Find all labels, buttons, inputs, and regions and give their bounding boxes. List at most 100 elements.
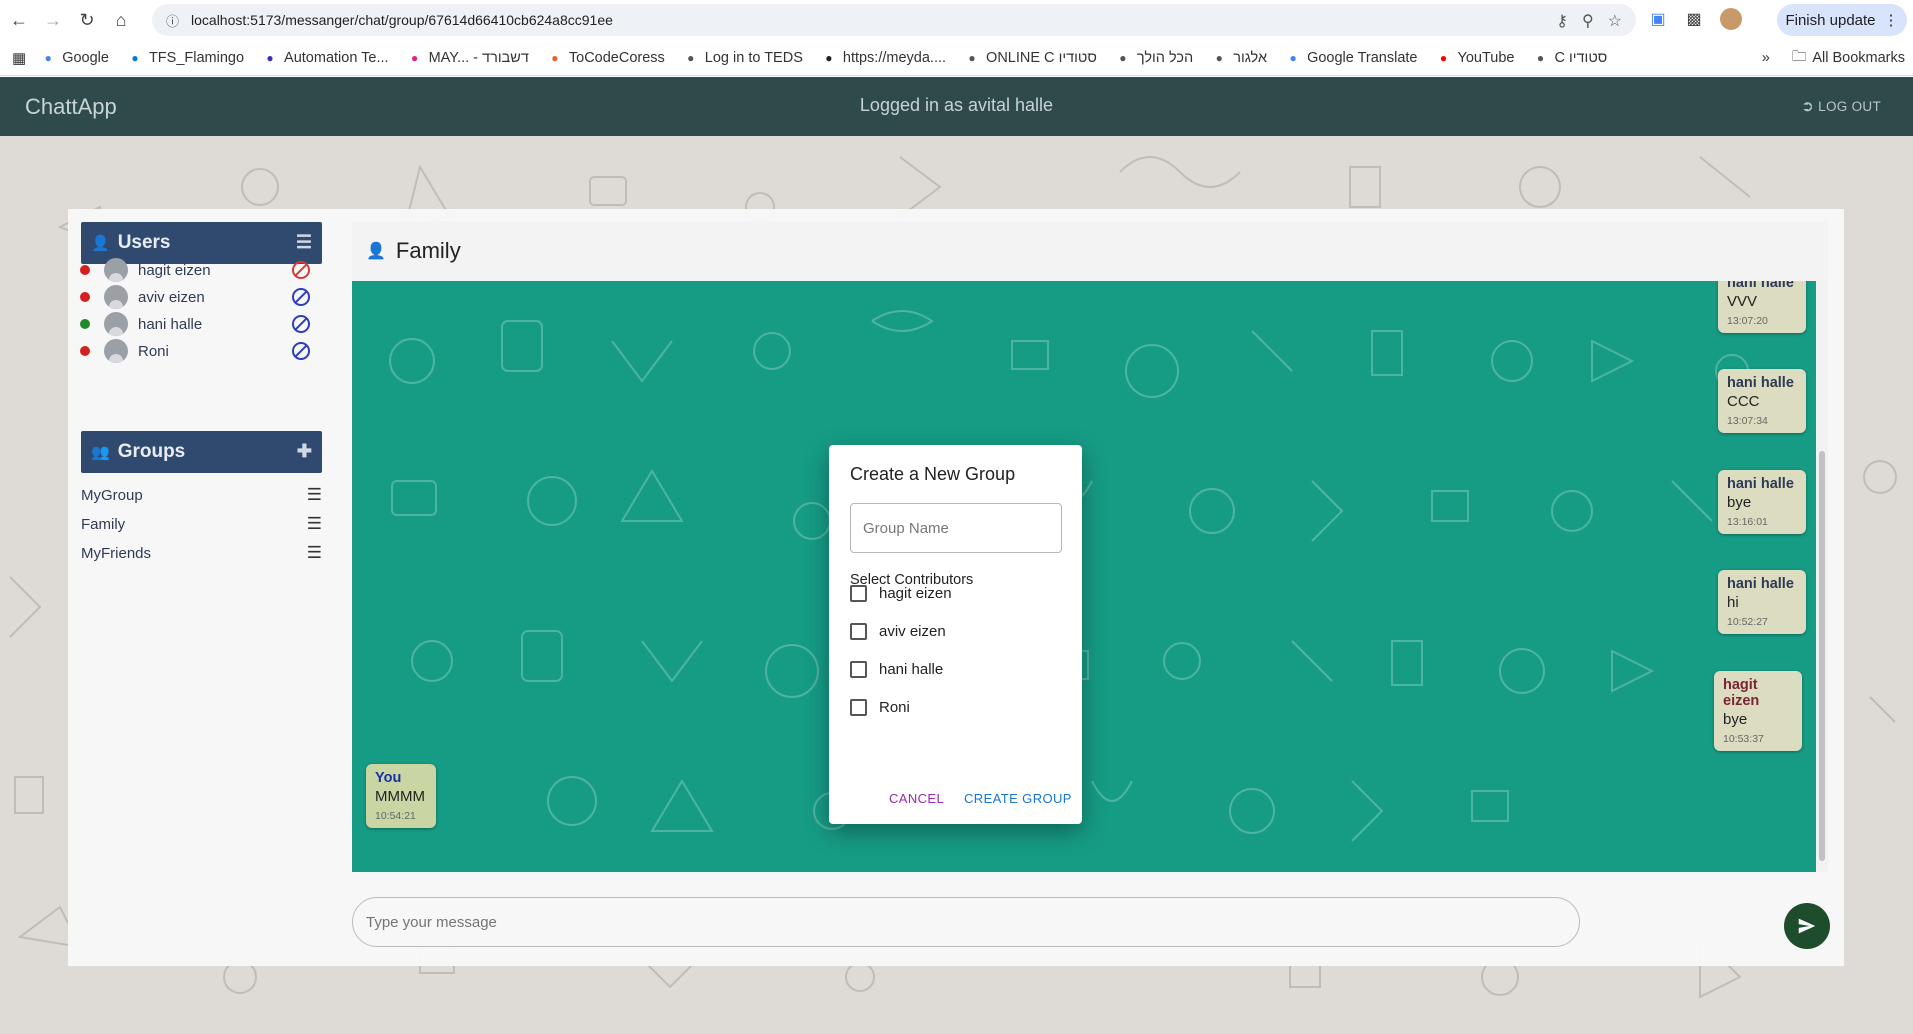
create-group-button[interactable]: CREATE GROUP [964,791,1072,806]
message-text: CCC [1727,393,1760,410]
browser-toolbar: ← → ↻ ⌂ ⓘ localhost:5173/messanger/chat/… [0,0,1913,40]
message-time: 13:07:20 [1727,315,1768,327]
back-icon[interactable]: ← [4,5,34,35]
chat-header: 👤 Family [352,221,1828,281]
bookmark-item[interactable]: ● Log in to TEDS [683,50,803,66]
youtube-icon: ● [1439,50,1448,65]
group-menu-icon[interactable]: ☰ [307,485,322,505]
message-time: 13:16:01 [1727,516,1768,528]
user-item[interactable]: hani halle [80,311,310,337]
address-bar[interactable]: ⓘ localhost:5173/messanger/chat/group/67… [152,4,1636,36]
chat-scrollbar[interactable] [1816,281,1828,872]
message-author: hani halle [1727,576,1794,592]
bookmark-label: Google [62,49,109,66]
contributor-checkbox[interactable] [850,584,867,602]
group-menu-icon[interactable]: ☰ [307,514,322,534]
password-key-icon[interactable]: ⚷ [1556,11,1568,31]
message-author: hagit eizen [1723,677,1760,709]
url-text[interactable]: localhost:5173/messanger/chat/group/6761… [191,12,613,28]
bookmark-item[interactable]: ● הכל הולך [1115,50,1193,66]
bookmark-label: ONLINE C סטודיו [986,49,1097,66]
contributor-option[interactable]: hagit eizen [850,581,1050,605]
group-menu-icon[interactable]: ☰ [307,543,322,563]
globe-icon: ● [1215,50,1223,65]
block-user-icon[interactable] [292,261,310,279]
chat-title: Family [395,238,461,263]
scrollbar-thumb[interactable] [1819,451,1825,861]
user-item[interactable]: hagit eizen [80,257,310,283]
bookmark-item[interactable]: ● Automation Te... [262,50,388,66]
more-vert-icon: ⋮ [1883,12,1899,29]
bookmark-item[interactable]: ● אלגור [1211,50,1267,66]
finish-update-label: Finish update [1785,11,1876,29]
bookmark-item[interactable]: ● Google [40,50,109,66]
message-text: VVV [1727,293,1758,310]
group-name: MyFriends [81,544,152,562]
message-time: 10:54:21 [375,810,416,822]
bookmark-item[interactable]: ● ToCodeCoress [547,50,665,66]
user-item[interactable]: aviv eizen [80,284,310,310]
bookmark-item[interactable]: ● Google Translate [1285,50,1417,66]
user-item[interactable]: Roni [80,338,310,364]
group-item[interactable]: Family ☰ [81,512,322,536]
bookmark-label: YouTube [1457,49,1515,66]
bookmark-item[interactable]: ● TFS_Flamingo [127,50,244,66]
send-button[interactable] [1784,903,1830,949]
contributor-checkbox[interactable] [850,698,867,716]
globe-icon: ● [1536,50,1545,65]
teds-icon: ● [687,50,695,65]
group-item[interactable]: MyGroup ☰ [81,483,322,507]
bookmark-item[interactable]: ● YouTube [1436,50,1515,66]
group-name-input[interactable] [850,503,1062,553]
finish-update-button[interactable]: Finish update ⋮ [1777,4,1907,36]
translate-extension-icon[interactable]: ▣ [1648,9,1668,29]
message-time: 10:52:27 [1727,616,1768,628]
contributor-option[interactable]: hani halle [850,657,1050,681]
bookmark-item[interactable]: ● https://meyda.... [821,50,946,66]
avatar [104,339,128,363]
globe-icon: ● [968,50,976,65]
extensions-icon[interactable]: ▩ [1684,9,1704,29]
bookmarks-more-button[interactable]: » [1762,50,1770,66]
cancel-button[interactable]: CANCEL [889,791,944,806]
forward-icon[interactable]: → [38,5,68,35]
logout-button[interactable]: ➲ LOG OUT [1801,97,1881,115]
bookmark-item[interactable]: ● MAY... - דשבורד [407,50,529,66]
status-dot [80,319,90,329]
contributor-checkbox[interactable] [850,622,867,640]
block-user-icon[interactable] [292,315,310,333]
home-icon[interactable]: ⌂ [106,5,136,35]
message-author: hani halle [1727,375,1794,391]
contributor-checkbox[interactable] [850,660,867,678]
all-bookmarks-button[interactable]: 🗀 All Bookmarks [1792,46,1905,71]
contributor-name: hagit eizen [879,584,952,602]
bookmark-item[interactable]: ● ONLINE C סטודיו [964,49,1097,66]
contributor-option[interactable]: aviv eizen [850,619,1050,643]
site-info-icon[interactable]: ⓘ [166,11,179,30]
create-group-dialog: Create a New Group Select Contributors h… [829,445,1082,824]
chat-messages-area[interactable]: hani halle VVV 13:07:20 hani halle CCC 13:07:… [352,281,1816,872]
groups-header: 👥 Groups ✚ [81,431,322,473]
add-group-icon[interactable]: ✚ [297,441,312,462]
bookmark-label: TFS_Flamingo [148,49,245,66]
bookmark-item[interactable]: ● C סטודיו [1532,50,1607,66]
users-menu-icon[interactable]: ☰ [296,232,312,253]
message-bubble: hani halle hi 10:52:27 [1718,570,1806,634]
app-header: ChattApp Logged in as avital halle ➲ LOG… [0,77,1913,136]
bookmark-label: C סטודיו [1554,49,1608,66]
all-bookmarks-label: All Bookmarks [1812,50,1905,66]
apps-icon[interactable]: ▦ [12,49,26,67]
contributor-option[interactable]: Roni [850,695,1050,719]
bookmark-star-icon[interactable]: ☆ [1608,11,1622,31]
block-user-icon[interactable] [292,288,310,306]
tfs-icon: ● [131,50,139,65]
logout-label: LOG OUT [1818,98,1881,114]
group-item[interactable]: MyFriends ☰ [81,541,322,565]
reload-icon[interactable]: ↻ [72,5,102,35]
folder-icon: 🗀 [1791,48,1807,65]
message-input[interactable] [352,897,1580,947]
block-user-icon[interactable] [292,342,310,360]
message-text: MMMM [375,788,425,805]
zoom-icon[interactable]: ⚲ [1582,11,1594,31]
profile-avatar[interactable] [1720,8,1742,30]
